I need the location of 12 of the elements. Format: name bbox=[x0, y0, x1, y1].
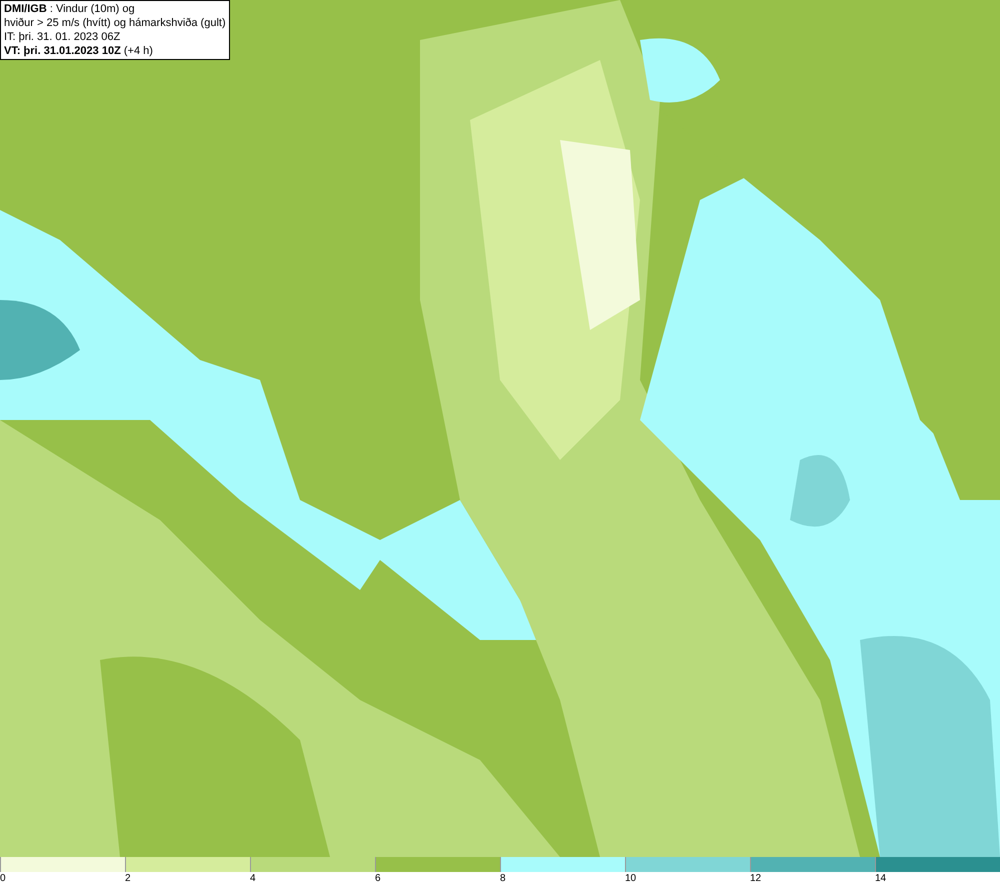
info-text: VT: þri. 31.01.2023 10Z (+4 h) bbox=[4, 44, 154, 58]
legend-label: 4 bbox=[250, 872, 256, 886]
legend-label: 12 bbox=[750, 872, 762, 886]
info-text: IT: þri. 31. 01. 2023 06Z bbox=[4, 30, 122, 44]
legend-label: 2 bbox=[125, 872, 131, 886]
legend-label: 8 bbox=[500, 872, 506, 886]
info-text: DMI/IGB : Vindur (10m) og bbox=[4, 2, 136, 16]
legend-label: 10 bbox=[625, 872, 636, 886]
info-text: hviður > 25 m/s (hvítt) og hámarkshviða (gult) bbox=[4, 16, 226, 30]
legend-label: 6 bbox=[375, 872, 381, 886]
legend-label: 0 bbox=[0, 872, 6, 886]
legend-label: 14 bbox=[875, 872, 886, 886]
